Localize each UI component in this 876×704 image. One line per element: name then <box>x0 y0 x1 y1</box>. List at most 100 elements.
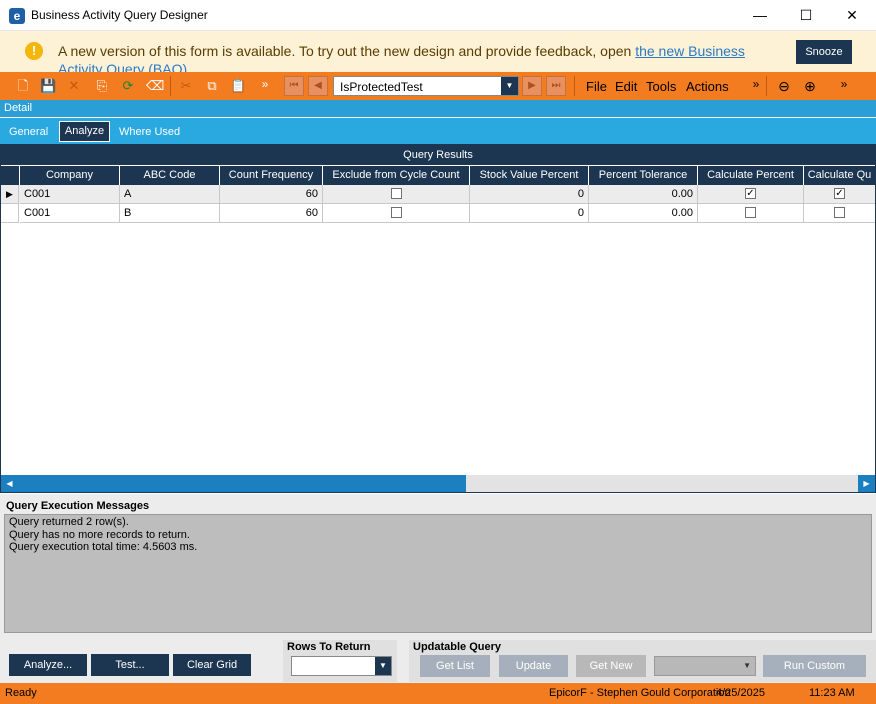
cell-stock-value[interactable]: 0 <box>470 185 589 204</box>
column-header[interactable]: ABC Code <box>120 166 220 185</box>
row-selector-arrow-icon[interactable]: ▶ <box>1 185 19 204</box>
notification-message: A new version of this form is available.… <box>58 43 636 59</box>
update-button[interactable]: Update <box>499 655 568 677</box>
exclude-checkbox[interactable] <box>390 206 402 218</box>
detail-header: Detail <box>0 100 876 117</box>
chevron-down-icon[interactable]: ▼ <box>375 657 391 675</box>
tab-general[interactable]: General <box>9 126 48 138</box>
record-selector-value: IsProtectedTest <box>340 80 423 94</box>
cell-percent-tolerance[interactable]: 0.00 <box>589 204 698 223</box>
status-text: Ready <box>5 687 37 699</box>
last-record-icon[interactable]: ⏭ <box>546 76 566 96</box>
paste-icon[interactable]: 📋 <box>230 78 246 94</box>
get-new-button[interactable]: Get New <box>576 655 646 677</box>
cell-abc-code[interactable]: A <box>120 185 220 204</box>
table-row[interactable]: C001 B 60 0 0.00 <box>1 204 875 223</box>
tab-where-used[interactable]: Where Used <box>119 126 180 138</box>
rows-to-return-label: Rows To Return <box>287 641 371 653</box>
cell-exclude[interactable] <box>323 185 470 204</box>
clear-icon[interactable]: ⌫ <box>146 78 164 94</box>
status-bar: Ready EpicorF - Stephen Gould Corporatio… <box>0 683 876 704</box>
notification-text: A new version of this form is available.… <box>58 42 758 72</box>
column-header[interactable]: Calculate Qu <box>804 166 875 185</box>
cell-calculate-qty[interactable]: ✓ <box>804 185 875 204</box>
menu-edit[interactable]: Edit <box>615 79 637 94</box>
overflow-icon[interactable]: » <box>257 76 273 92</box>
calculate-qty-checkbox[interactable] <box>834 206 845 218</box>
chevron-down-icon[interactable]: ▼ <box>501 77 518 95</box>
cell-company[interactable]: C001 <box>20 204 120 223</box>
test-button[interactable]: Test... <box>91 654 169 676</box>
close-button[interactable]: ✕ <box>829 0 875 31</box>
column-header[interactable]: Calculate Percent <box>698 166 804 185</box>
overflow-icon[interactable]: » <box>836 76 852 92</box>
update-notification: ! A new version of this form is availabl… <box>0 31 876 72</box>
calculate-percent-checkbox[interactable]: ✓ <box>745 187 756 199</box>
previous-record-icon[interactable]: ◀ <box>308 76 328 96</box>
messages-title: Query Execution Messages <box>6 500 150 512</box>
column-header[interactable]: Stock Value Percent <box>470 166 589 185</box>
scroll-left-icon[interactable]: ◀ <box>1 475 18 492</box>
forward-icon[interactable]: ⊕ <box>802 78 818 94</box>
first-record-icon[interactable]: ⏮ <box>284 76 304 96</box>
rows-to-return-select[interactable]: ▼ <box>291 656 392 676</box>
cell-abc-code[interactable]: B <box>120 204 220 223</box>
minimize-button[interactable]: — <box>737 0 783 31</box>
cell-calculate-qty[interactable] <box>804 204 875 223</box>
chevron-down-icon[interactable]: ▼ <box>743 657 751 675</box>
get-list-button[interactable]: Get List <box>420 655 490 677</box>
grid-header: Company ABC Code Count Frequency Exclude… <box>1 166 875 185</box>
overflow-icon[interactable]: » <box>748 76 764 92</box>
maximize-button[interactable]: ☐ <box>783 0 829 31</box>
warning-icon: ! <box>25 42 43 60</box>
scrollbar-thumb[interactable] <box>18 475 466 492</box>
next-record-icon[interactable]: ▶ <box>522 76 542 96</box>
status-date: 4/25/2025 <box>716 687 765 699</box>
clear-grid-button[interactable]: Clear Grid <box>173 654 251 676</box>
column-header[interactable]: Exclude from Cycle Count <box>323 166 470 185</box>
toolbar-separator <box>170 76 171 96</box>
column-header[interactable]: Company <box>20 166 120 185</box>
row-selector[interactable] <box>1 204 19 223</box>
snooze-button[interactable]: Snooze <box>796 40 852 64</box>
cell-calculate-percent[interactable] <box>698 204 804 223</box>
new-icon[interactable]: 🗋 <box>15 78 31 94</box>
cut-icon[interactable]: ✂ <box>178 78 194 94</box>
record-selector[interactable]: IsProtectedTest ▼ <box>333 76 519 96</box>
toolbar-separator <box>574 76 575 96</box>
updatable-query-select[interactable]: ▼ <box>654 656 756 676</box>
menu-tools[interactable]: Tools <box>646 79 676 94</box>
calculate-qty-checkbox[interactable]: ✓ <box>834 187 845 199</box>
grid-caption: Query Results <box>1 145 875 165</box>
attachment-icon[interactable]: ⎘ <box>94 78 110 94</box>
scroll-right-icon[interactable]: ▶ <box>858 475 875 492</box>
exclude-checkbox[interactable] <box>390 187 402 199</box>
calculate-percent-checkbox[interactable] <box>745 206 756 218</box>
cell-count-frequency[interactable]: 60 <box>220 185 323 204</box>
menu-actions[interactable]: Actions <box>686 79 729 94</box>
row-selector-header <box>1 166 20 185</box>
status-time: 11:23 AM <box>809 687 855 699</box>
refresh-icon[interactable]: ⟳ <box>120 78 136 94</box>
table-row[interactable]: ▶ C001 A 60 0 0.00 ✓ ✓ <box>1 185 875 204</box>
menu-file[interactable]: File <box>586 79 607 94</box>
toolbar-separator <box>766 76 767 96</box>
column-header[interactable]: Count Frequency <box>220 166 323 185</box>
delete-icon[interactable]: ✕ <box>66 78 82 94</box>
analyze-button[interactable]: Analyze... <box>9 654 87 676</box>
column-header[interactable]: Percent Tolerance <box>589 166 698 185</box>
cell-company[interactable]: C001 <box>20 185 120 204</box>
tab-analyze[interactable]: Analyze <box>59 121 110 142</box>
cell-stock-value[interactable]: 0 <box>470 204 589 223</box>
cell-calculate-percent[interactable]: ✓ <box>698 185 804 204</box>
run-custom-button[interactable]: Run Custom <box>763 655 866 677</box>
cell-exclude[interactable] <box>323 204 470 223</box>
back-icon[interactable]: ⊖ <box>776 78 792 94</box>
horizontal-scrollbar[interactable]: ◀ ▶ <box>1 475 875 492</box>
status-company: EpicorF - Stephen Gould Corporation <box>549 687 731 699</box>
window-title: Business Activity Query Designer <box>31 8 208 22</box>
copy-icon[interactable]: ⧉ <box>204 78 220 94</box>
cell-percent-tolerance[interactable]: 0.00 <box>589 185 698 204</box>
cell-count-frequency[interactable]: 60 <box>220 204 323 223</box>
save-icon[interactable]: 💾 <box>40 78 56 94</box>
